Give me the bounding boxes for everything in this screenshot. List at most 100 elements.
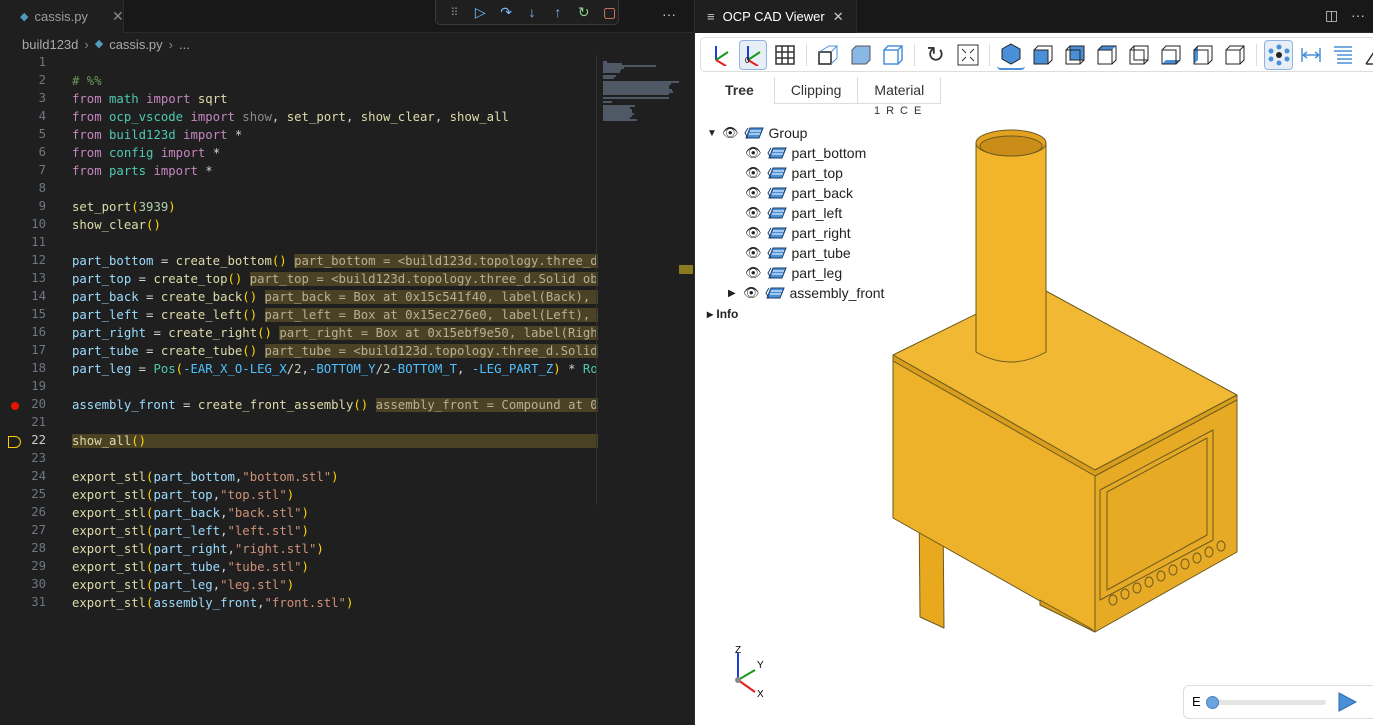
code-line[interactable]: 19	[0, 379, 598, 397]
step-into-icon[interactable]: ↓	[524, 4, 541, 20]
code-token: build123d	[109, 128, 184, 142]
code-line[interactable]: 29 export_stl(part_tube,"tube.stl")	[0, 559, 598, 577]
code-line[interactable]: 25 export_stl(part_top,"top.stl")	[0, 487, 598, 505]
code-line[interactable]: 20 assembly_front = create_front_assembly…	[0, 397, 598, 415]
code-text: show_clear()	[72, 218, 161, 232]
code-token: create_back	[160, 290, 243, 304]
code-token: from	[72, 164, 110, 178]
breadcrumb-symbol[interactable]: ...	[179, 37, 190, 52]
code-token: (	[131, 200, 139, 214]
line-number: 7	[38, 163, 46, 177]
restart-icon[interactable]: ↻	[575, 4, 592, 21]
tab-cassis-py[interactable]: ◆ cassis.py ✕	[0, 0, 124, 33]
code-line[interactable]: 11	[0, 235, 598, 253]
code-line[interactable]: 23	[0, 451, 598, 469]
code-line[interactable]: 2 # %%	[0, 73, 598, 91]
code-token: ,	[434, 110, 450, 124]
code-token: ,	[220, 560, 228, 574]
close-tab-icon[interactable]: ✕	[112, 8, 124, 25]
code-line[interactable]: 1	[0, 55, 598, 73]
code-token: )	[168, 200, 176, 214]
code-line[interactable]: 3 from math import sqrt	[0, 91, 598, 109]
code-token: )	[316, 542, 324, 556]
code-line[interactable]: 16 part_right = create_right() part_right…	[0, 325, 598, 343]
inline-value: part_tube = <build123d.topology.three_d.…	[264, 344, 598, 358]
animation-slider[interactable]	[1206, 696, 1326, 709]
axis-z-label: Z	[735, 645, 742, 656]
code-token: ()	[227, 272, 243, 286]
code-line[interactable]: 22 show_all()	[0, 433, 598, 451]
code-line[interactable]: 6 from config import *	[0, 145, 598, 163]
code-token: =	[138, 290, 161, 304]
code-text: export_stl(part_bottom,"bottom.stl")	[72, 470, 339, 484]
code-line[interactable]: 9 set_port(3939)	[0, 199, 598, 217]
code-token: )	[286, 488, 295, 502]
line-number: 3	[38, 91, 46, 105]
line-number: 23	[31, 451, 46, 465]
code-token: part_leg	[72, 362, 132, 376]
code-token: part_right	[153, 542, 228, 556]
code-token: ,	[212, 488, 221, 502]
code-line[interactable]: 18 part_leg = Pos(-EAR_X_O-LEG_X/2,-BOTTO…	[0, 361, 598, 379]
grip-icon[interactable]: ⠿	[446, 6, 463, 19]
code-token: part_bottom	[72, 254, 154, 268]
code-text: export_stl(part_left,"left.stl")	[72, 524, 309, 538]
code-line[interactable]: 17 part_tube = create_tube() part_tube = …	[0, 343, 598, 361]
code-line[interactable]: 21	[0, 415, 598, 433]
code-line[interactable]: 4 from ocp_vscode import show, set_port, …	[0, 109, 598, 127]
cad-model-viewport[interactable]	[695, 0, 1373, 725]
code-token: )	[331, 470, 339, 484]
code-token: create_right	[168, 326, 258, 340]
code-token: "back.stl"	[227, 506, 302, 520]
code-token: import	[183, 128, 235, 142]
code-token: )	[286, 578, 295, 592]
debug-toolbar: ⠿ ▷ ↷ ↓ ↑ ↻ ▢	[435, 0, 619, 25]
continue-icon[interactable]: ▷	[472, 4, 489, 21]
code-token: export_stl	[72, 488, 147, 502]
line-number: 8	[38, 181, 46, 195]
slider-handle[interactable]	[1206, 696, 1219, 709]
code-line[interactable]: 8	[0, 181, 598, 199]
code-line[interactable]: 28 export_stl(part_right,"right.stl")	[0, 541, 598, 559]
code-token: *	[560, 362, 583, 376]
code-token: export_stl	[72, 578, 147, 592]
editor-ruler	[596, 55, 597, 505]
step-over-icon[interactable]: ↷	[498, 4, 515, 21]
more-actions-icon[interactable]: ···	[662, 6, 676, 22]
minimap[interactable]	[600, 55, 680, 515]
line-number: 26	[31, 505, 46, 519]
play-icon[interactable]	[1337, 692, 1357, 712]
code-token: assembly_front	[153, 596, 258, 610]
code-token: (	[175, 362, 184, 376]
inline-value: part_top = <build123d.topology.three_d.S…	[249, 272, 598, 286]
code-line[interactable]: 30 export_stl(part_leg,"leg.stl")	[0, 577, 598, 595]
breadcrumb-file[interactable]: cassis.py	[109, 37, 162, 52]
code-line[interactable]: 7 from parts import *	[0, 163, 598, 181]
code-line[interactable]: 26 export_stl(part_back,"back.stl")	[0, 505, 598, 523]
line-number: 4	[38, 109, 46, 123]
line-number: 22	[31, 433, 46, 447]
line-number: 28	[31, 541, 46, 555]
code-text: export_stl(part_top,"top.stl")	[72, 488, 294, 502]
line-number: 29	[31, 559, 46, 573]
code-text: export_stl(part_tube,"tube.stl")	[72, 560, 309, 574]
code-line[interactable]: 31 export_stl(assembly_front,"front.stl")	[0, 595, 598, 613]
breadcrumb-folder[interactable]: build123d	[22, 37, 78, 52]
stop-icon[interactable]: ▢	[601, 4, 618, 21]
code-line[interactable]: 14 part_back = create_back() part_back = …	[0, 289, 598, 307]
code-token: "tube.stl"	[227, 560, 302, 574]
code-line[interactable]: 24 export_stl(part_bottom,"bottom.stl")	[0, 469, 598, 487]
code-line[interactable]: 13 part_top = create_top() part_top = <bu…	[0, 271, 598, 289]
code-line[interactable]: 10 show_clear()	[0, 217, 598, 235]
code-line[interactable]: 5 from build123d import *	[0, 127, 598, 145]
code-token: /	[375, 362, 383, 376]
code-line[interactable]: 15 part_left = create_left() part_left = …	[0, 307, 598, 325]
code-token: =	[153, 254, 176, 268]
code-line[interactable]: 12 part_bottom = create_bottom() part_bot…	[0, 253, 598, 271]
code-line[interactable]: 27 export_stl(part_left,"left.stl")	[0, 523, 598, 541]
step-out-icon[interactable]: ↑	[549, 4, 566, 20]
code-token: ()	[146, 218, 161, 232]
scrollbar-marker[interactable]	[679, 265, 693, 274]
